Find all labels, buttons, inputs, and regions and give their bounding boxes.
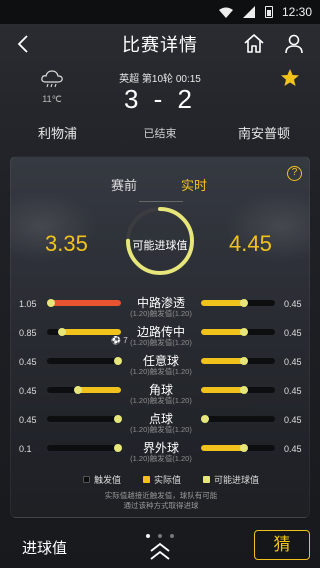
away-stat-marker <box>240 386 248 394</box>
match-detail-screen: 12:30 比赛详情 11℃ 英超 第10轮 00:15 3 - 2 利物浦 已… <box>0 0 320 568</box>
away-expected-goals: 4.45 <box>229 231 272 256</box>
stat-away-value: 0.45 <box>284 444 302 454</box>
tab-bar: 赛前 实时 <box>11 175 311 195</box>
away-stat-marker <box>240 328 248 336</box>
stat-trigger-values: (1.20)触发值(1.20) <box>130 454 192 463</box>
star-icon[interactable] <box>280 68 300 88</box>
stat-row: 1.05 中路渗透 (1.20)触发值(1.20) 0.45 <box>11 293 311 323</box>
match-score: 3 - 2 <box>123 84 197 114</box>
tab-pre-match[interactable]: 赛前 <box>111 175 137 194</box>
user-icon[interactable] <box>282 32 306 56</box>
match-league-info: 英超 第10轮 00:15 <box>119 74 201 85</box>
away-stat-marker <box>201 415 209 423</box>
stat-row: 0.45 角球 (1.20)触发值(1.20) 0.45 <box>11 380 311 410</box>
chevron-up-icon[interactable] <box>146 540 174 564</box>
stat-row: 0.1 界外球 (1.20)触发值(1.20) 0.45 <box>11 438 311 468</box>
stat-trigger-values: (1.20)触发值(1.20) <box>130 309 192 318</box>
home-expected-goals: 3.35 <box>45 231 88 256</box>
away-stat-bar <box>201 357 275 365</box>
legend-label: 可能进球值 <box>214 475 260 485</box>
ball-icon: ⚽ <box>111 336 121 345</box>
status-bar: 12:30 <box>0 0 320 24</box>
page-dot <box>145 534 150 538</box>
stat-away-value: 0.45 <box>284 357 302 367</box>
legend-item: 触发值 <box>83 473 121 486</box>
legend-item: 实际值 <box>143 473 181 486</box>
stat-away-value: 0.45 <box>284 328 302 338</box>
page-title: 比赛详情 <box>122 35 198 55</box>
tab-divider <box>139 201 183 202</box>
legend-item: 可能进球值 <box>203 473 259 486</box>
away-stat-bar <box>201 328 275 336</box>
legend-swatch-expected <box>203 476 210 483</box>
legend-swatch-actual <box>143 476 150 483</box>
wifi-icon <box>218 6 233 18</box>
page-dot <box>158 534 162 538</box>
page-dot <box>170 534 175 538</box>
stats-panel: 赛前 实时 ? 3.35 可能进球值 4.45 1.05 中路渗透 (1.20)… <box>10 156 310 518</box>
stat-row: 0.45 点球 (1.20)触发值(1.20) 0.45 <box>11 409 311 439</box>
guess-button[interactable]: 猜 <box>254 530 310 560</box>
away-stat-bar <box>201 386 275 394</box>
home-icon[interactable] <box>242 32 266 56</box>
legend: 触发值 实际值 可能进球值 <box>11 473 311 487</box>
stat-trigger-values: (1.20)触发值(1.20) <box>130 425 192 434</box>
stat-row: 0.85 边路传中 (1.20)触发值(1.20) 0.45 ⚽ 7 <box>11 322 311 352</box>
away-stat-bar <box>201 415 275 423</box>
stat-row: 0.45 任意球 (1.20)触发值(1.20) 0.45 <box>11 351 311 381</box>
expected-goals-label: 可能进球值 <box>132 240 188 252</box>
teams-row: 利物浦 已结束 南安普顿 <box>0 123 320 143</box>
away-stat-bar <box>201 299 275 307</box>
tab-live[interactable]: 实时 <box>181 175 207 194</box>
nav-bar: 比赛详情 <box>0 24 320 64</box>
legend-label: 触发值 <box>94 475 122 485</box>
stat-trigger-values: (1.20)触发值(1.20) <box>130 338 192 347</box>
goal-value-tab[interactable]: 进球值 <box>22 537 67 558</box>
legend-label: 实际值 <box>154 475 182 485</box>
corner-count-value: 7 <box>123 336 128 345</box>
footnote: 实际值越接近触发值，球队有可能 通过该种方式取得进球 <box>11 491 311 511</box>
battery-icon <box>264 6 273 18</box>
corner-count: ⚽ 7 <box>111 336 128 345</box>
signal-icon <box>242 6 256 18</box>
help-icon[interactable]: ? <box>287 166 302 181</box>
away-stat-bar <box>201 444 275 452</box>
stat-trigger-values: (1.20)触发值(1.20) <box>130 396 192 405</box>
away-stat-marker <box>240 299 248 307</box>
stat-away-value: 0.45 <box>284 415 302 425</box>
back-icon[interactable] <box>12 32 36 56</box>
away-stat-marker <box>240 444 248 452</box>
stat-away-value: 0.45 <box>284 386 302 396</box>
footnote-line: 通过该种方式取得进球 <box>123 501 199 510</box>
footnote-line: 实际值越接近触发值，球队有可能 <box>104 491 218 500</box>
stat-away-value: 0.45 <box>284 299 302 309</box>
away-team: 南安普顿 <box>237 126 290 141</box>
legend-swatch-trigger <box>83 476 90 483</box>
status-time: 12:30 <box>281 5 312 19</box>
stat-trigger-values: (1.20)触发值(1.20) <box>130 367 192 376</box>
away-stat-marker <box>240 357 248 365</box>
